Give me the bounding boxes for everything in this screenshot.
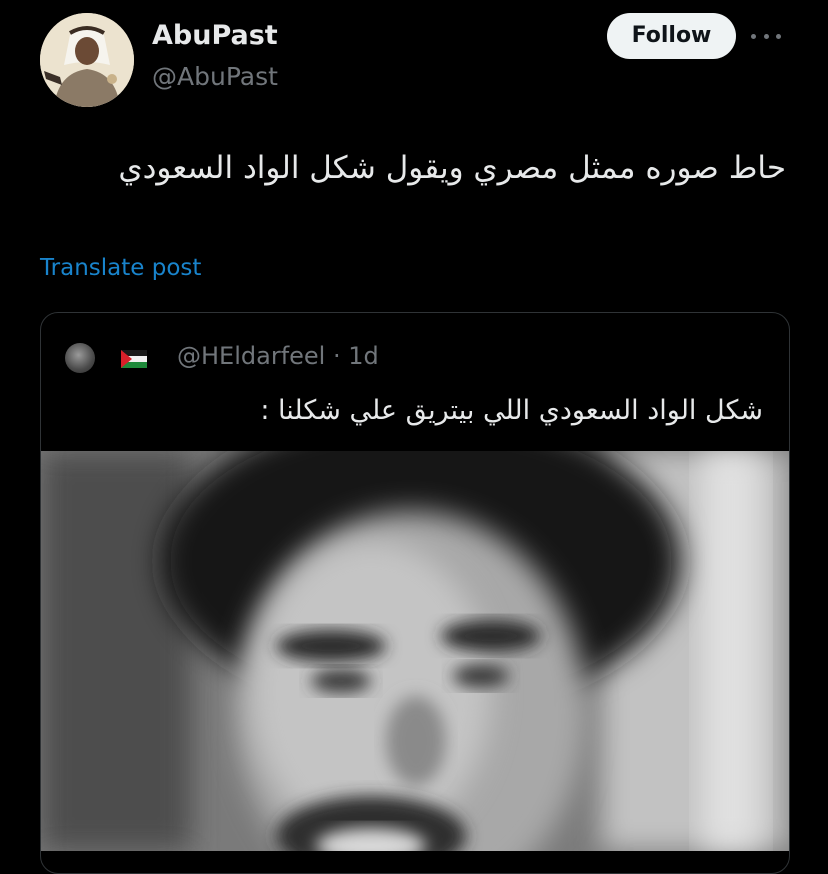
avatar-image <box>40 13 134 107</box>
tweet: AbuPast @AbuPast Follow حاط صوره ممثل مص… <box>0 0 828 874</box>
blurred-face-photo <box>41 451 789 851</box>
palestine-flag-icon <box>121 350 147 368</box>
quote-avatar[interactable] <box>65 343 95 373</box>
quoted-tweet-card[interactable]: @HEldarfeel · 1d شكل الواد السعودي اللي … <box>40 312 790 874</box>
dot <box>776 33 781 39</box>
quote-media-image[interactable] <box>41 451 789 851</box>
tweet-text: حاط صوره ممثل مصري ويقول شكل الواد السعو… <box>118 150 786 186</box>
quote-text: شكل الواد السعودي اللي بيتريق علي شكلنا … <box>260 395 763 426</box>
translate-post-link[interactable]: Translate post <box>40 255 201 281</box>
follow-button[interactable]: Follow <box>607 13 736 59</box>
dot <box>763 33 769 39</box>
quote-handle-time[interactable]: @HEldarfeel · 1d <box>177 342 379 370</box>
dot <box>751 33 756 39</box>
author-handle[interactable]: @AbuPast <box>152 62 278 91</box>
display-name[interactable]: AbuPast <box>152 20 278 51</box>
author-avatar[interactable] <box>40 13 134 107</box>
more-dots-icon[interactable] <box>751 26 781 46</box>
